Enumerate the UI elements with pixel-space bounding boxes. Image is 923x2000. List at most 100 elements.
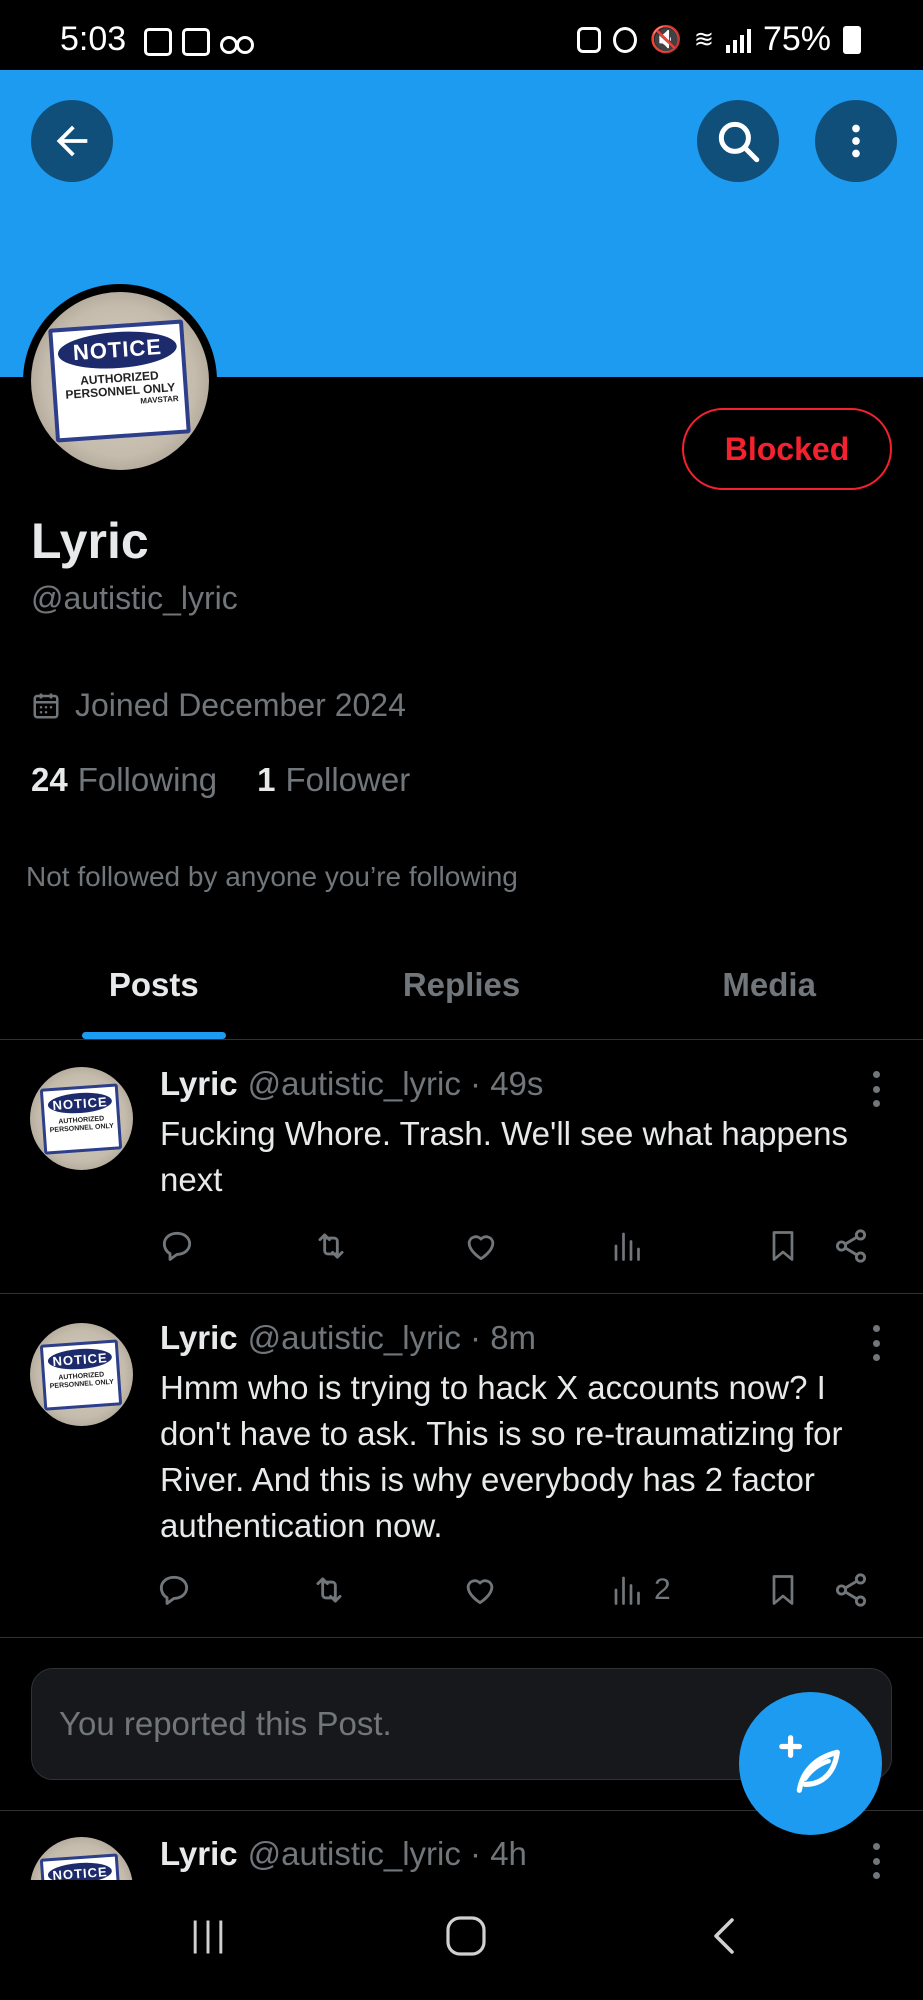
views-button[interactable]: 2 xyxy=(610,1565,671,1615)
system-back-button[interactable] xyxy=(702,1912,750,1965)
repost-button[interactable] xyxy=(310,1221,352,1271)
voicemail-icon xyxy=(220,34,254,54)
post-avatar[interactable]: NOTICE AUTHORIZED PERSONNEL ONLY xyxy=(30,1067,133,1170)
alarm-icon xyxy=(613,26,638,53)
post-more-button[interactable] xyxy=(871,1843,881,1879)
post-text: Hmm who is trying to hack X accounts now… xyxy=(160,1369,843,1544)
tab-posts[interactable]: Posts xyxy=(0,930,308,1039)
notice-sign-image: NOTICE AUTHORIZED PERSONNEL ONLY MAVSTAR xyxy=(48,319,192,443)
following-label: Following xyxy=(77,761,218,798)
notification-app-icon xyxy=(144,28,172,56)
sign-header: NOTICE xyxy=(52,1349,109,1369)
post-more-button[interactable] xyxy=(871,1325,881,1361)
post-item[interactable]: NOTICE AUTHORIZED PERSONNEL ONLY Lyric @a… xyxy=(0,1295,923,1638)
repost-icon xyxy=(318,1233,344,1259)
battery-percent: 75% xyxy=(762,20,831,58)
recent-apps-button[interactable] xyxy=(186,1915,230,1964)
joined-text: Joined December 2024 xyxy=(75,687,406,723)
tab-replies[interactable]: Replies xyxy=(308,930,616,1039)
followers-count: 1 xyxy=(257,761,276,798)
reply-button[interactable] xyxy=(158,1221,196,1271)
followers-label: Follower xyxy=(285,761,411,798)
signal-icon xyxy=(725,27,751,53)
profile-handle: @autistic_lyric xyxy=(31,580,238,616)
post-text: Fucking Whore. Trash. We'll see what hap… xyxy=(160,1115,849,1198)
avatar-image: NOTICE AUTHORIZED PERSONNEL ONLY MAVSTAR xyxy=(31,292,209,470)
mute-icon: 🔇 xyxy=(649,24,682,54)
views-button[interactable] xyxy=(610,1221,654,1271)
wifi-icon: ≋ xyxy=(693,26,714,53)
post-header: Lyric @autistic_lyric · 8m xyxy=(160,1319,536,1357)
post-actions xyxy=(155,1221,875,1271)
post-author-name[interactable]: Lyric xyxy=(160,1319,238,1356)
repost-button[interactable] xyxy=(308,1565,350,1615)
bookmark-button[interactable] xyxy=(765,1221,801,1271)
profile-display-name: Lyric xyxy=(31,513,149,569)
share-button[interactable] xyxy=(832,1565,870,1615)
system-navigation-bar xyxy=(0,1880,923,2000)
post-item[interactable]: NOTICE AUTHORIZED PERSONNEL ONLY Lyric @a… xyxy=(0,1041,923,1294)
post-author-name[interactable]: Lyric xyxy=(160,1835,238,1872)
gallery-icon xyxy=(182,28,210,56)
post-header: Lyric @autistic_lyric · 49s xyxy=(160,1065,543,1103)
reply-button[interactable] xyxy=(155,1565,193,1615)
post-more-button[interactable] xyxy=(871,1071,881,1107)
chevron-left-icon xyxy=(714,1918,734,1954)
status-bar: 5:03 🔇 ≋ 75% xyxy=(0,0,923,70)
views-icon xyxy=(614,1576,640,1605)
bookmark-icon xyxy=(772,1231,794,1261)
notice-sign-image: NOTICE AUTHORIZED PERSONNEL ONLY xyxy=(40,1082,123,1155)
share-icon xyxy=(835,1573,867,1607)
battery-saver-icon xyxy=(577,26,602,53)
post-avatar[interactable]: NOTICE AUTHORIZED PERSONNEL ONLY xyxy=(30,1323,133,1426)
recent-apps-icon xyxy=(193,1920,223,1954)
followed-by-note: Not followed by anyone you’re following xyxy=(26,861,518,892)
post-actions: 2 xyxy=(155,1565,875,1615)
post-author-name[interactable]: Lyric xyxy=(160,1065,238,1102)
share-button[interactable] xyxy=(832,1221,870,1271)
bookmark-button[interactable] xyxy=(765,1565,801,1615)
blocked-button[interactable]: Blocked xyxy=(682,408,892,490)
calendar-icon xyxy=(33,693,59,718)
bookmark-icon xyxy=(772,1575,794,1605)
sign-header: NOTICE xyxy=(72,334,164,366)
notice-sign-image: NOTICE AUTHORIZED PERSONNEL ONLY xyxy=(40,1338,123,1411)
search-button[interactable] xyxy=(697,100,779,182)
post-meta: @autistic_lyric · 49s xyxy=(247,1065,544,1102)
heart-icon xyxy=(467,1235,495,1261)
home-button[interactable] xyxy=(442,1912,490,1965)
profile-tabs: Posts Replies Media xyxy=(0,930,923,1040)
battery-icon xyxy=(843,25,861,54)
following-count: 24 xyxy=(31,761,68,798)
like-button[interactable] xyxy=(462,1221,500,1271)
compose-feather-icon xyxy=(778,1734,840,1793)
back-button[interactable] xyxy=(31,100,113,182)
compose-post-button[interactable] xyxy=(739,1692,882,1835)
like-button[interactable] xyxy=(461,1565,499,1615)
sign-header: NOTICE xyxy=(52,1093,109,1113)
reply-icon xyxy=(162,1231,192,1261)
views-icon xyxy=(614,1232,640,1261)
followers-link[interactable]: 1 Follower xyxy=(257,761,410,799)
profile-avatar[interactable]: NOTICE AUTHORIZED PERSONNEL ONLY MAVSTAR xyxy=(23,284,217,478)
tab-media[interactable]: Media xyxy=(615,930,923,1039)
joined-date: Joined December 2024 xyxy=(31,687,406,724)
home-icon xyxy=(446,1916,486,1956)
repost-icon xyxy=(316,1577,342,1603)
post-header: Lyric @autistic_lyric · 4h xyxy=(160,1835,527,1873)
more-options-button[interactable] xyxy=(815,100,897,182)
share-icon xyxy=(835,1229,867,1263)
heart-icon xyxy=(466,1579,494,1605)
more-vertical-icon xyxy=(852,124,860,158)
post-meta: @autistic_lyric · 4h xyxy=(247,1835,527,1872)
following-link[interactable]: 24 Following xyxy=(31,761,217,799)
status-right-icons: 🔇 ≋ 75% xyxy=(577,20,861,59)
status-time: 5:03 xyxy=(60,20,127,58)
search-icon xyxy=(718,121,760,163)
arrow-left-icon xyxy=(56,125,88,157)
post-meta: @autistic_lyric · 8m xyxy=(247,1319,537,1356)
status-left-icons xyxy=(144,28,254,56)
reply-icon xyxy=(159,1575,189,1605)
follow-stats: 24 Following 1 Follower xyxy=(31,761,410,799)
views-count: 2 xyxy=(654,1573,671,1606)
